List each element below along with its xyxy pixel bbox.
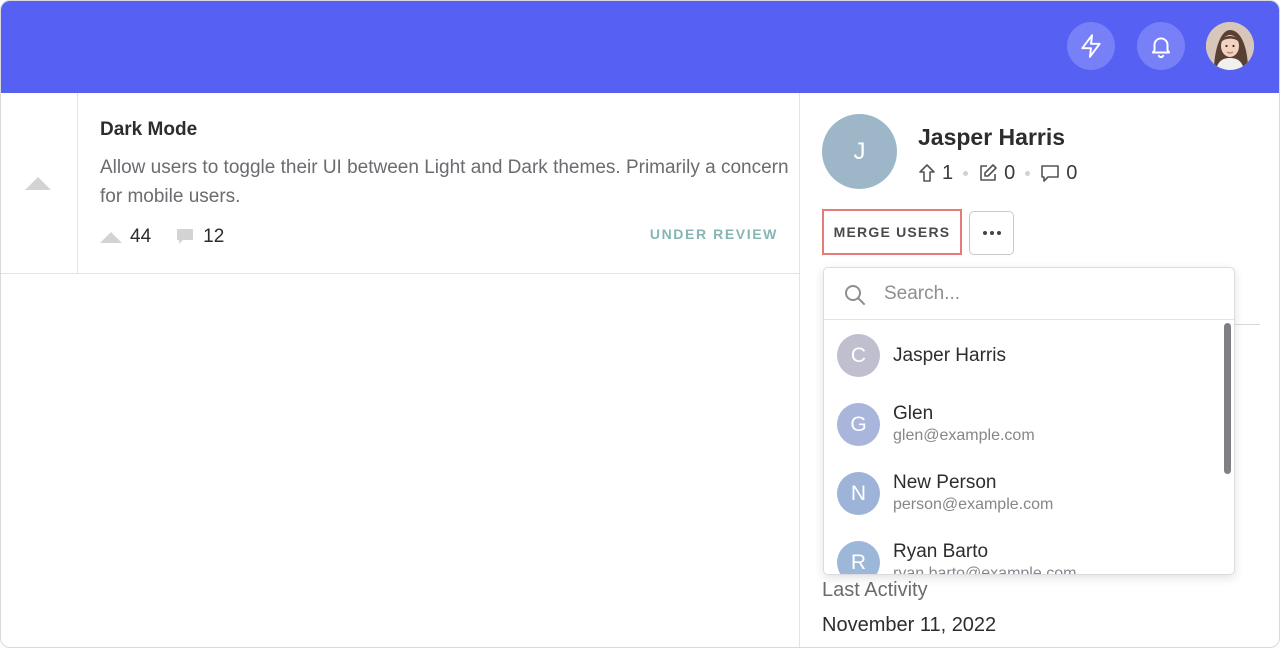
dropdown-scrollbar[interactable] xyxy=(1224,323,1231,474)
profile-avatar[interactable] xyxy=(1206,22,1254,70)
post-row[interactable]: Dark Mode Allow users to toggle their UI… xyxy=(1,93,800,274)
user-result-item[interactable]: R Ryan Barto ryan.barto@example.com xyxy=(824,528,1220,575)
more-options-button[interactable] xyxy=(969,211,1014,255)
result-email: person@example.com xyxy=(893,496,1054,513)
top-bar xyxy=(1,1,1279,93)
upvotes-stat: 1 xyxy=(918,162,953,185)
vote-count: 44 xyxy=(130,226,152,247)
merge-users-button[interactable]: MERGE USERS xyxy=(822,209,962,255)
profile-photo-icon xyxy=(1206,22,1254,70)
comments-stat: 0 xyxy=(1040,162,1077,185)
post-meta: 44 12 xyxy=(100,225,224,249)
user-result-item[interactable]: C Jasper Harris xyxy=(824,321,1220,390)
user-stats: 1 0 0 xyxy=(918,160,1077,186)
result-name: Jasper Harris xyxy=(893,345,1006,366)
result-email: ryan.barto@example.com xyxy=(893,565,1077,575)
result-avatar: N xyxy=(837,472,880,515)
section-divider xyxy=(1234,324,1260,325)
user-result-item[interactable]: G Glen glen@example.com xyxy=(824,390,1220,459)
post-list: Dark Mode Allow users to toggle their UI… xyxy=(1,93,800,647)
result-name: Glen xyxy=(893,403,934,424)
user-avatar: J xyxy=(822,114,897,189)
upvote-icon xyxy=(919,164,935,182)
stat-separator xyxy=(963,170,969,176)
bolt-icon xyxy=(1081,34,1101,58)
result-avatar: R xyxy=(837,541,880,574)
comment-outline-icon xyxy=(1041,165,1060,182)
merge-users-dropdown: C Jasper Harris G Glen glen@example.com … xyxy=(823,267,1235,575)
last-activity-value: November 11, 2022 xyxy=(822,614,997,636)
edit-icon xyxy=(980,164,997,181)
upvotes-count: 1 xyxy=(942,161,954,184)
posts-stat: 0 xyxy=(978,162,1015,185)
user-result-item[interactable]: N New Person person@example.com xyxy=(824,459,1220,528)
result-avatar: G xyxy=(837,403,880,446)
comment-icon xyxy=(175,228,195,246)
result-avatar: C xyxy=(837,334,880,377)
more-dot xyxy=(982,231,987,235)
post-title[interactable]: Dark Mode xyxy=(100,119,197,141)
dropdown-search xyxy=(824,268,1234,320)
upvote-arrow-icon[interactable] xyxy=(25,177,51,190)
notifications-button[interactable] xyxy=(1137,22,1185,70)
app-window: Dark Mode Allow users to toggle their UI… xyxy=(0,0,1280,648)
posts-count: 0 xyxy=(1004,161,1016,184)
post-description: Allow users to toggle their UI between L… xyxy=(100,157,789,207)
last-activity-label: Last Activity xyxy=(822,579,928,601)
user-results-list: C Jasper Harris G Glen glen@example.com … xyxy=(824,321,1234,575)
stat-separator xyxy=(1025,170,1031,176)
more-dot xyxy=(989,231,994,235)
vote-column xyxy=(1,93,78,274)
result-name: New Person xyxy=(893,472,997,493)
comment-count: 12 xyxy=(203,226,225,247)
bell-icon xyxy=(1151,37,1171,59)
status-badge: UNDER REVIEW xyxy=(649,226,778,242)
bolt-button[interactable] xyxy=(1067,22,1115,70)
vote-count-icon xyxy=(100,231,122,243)
result-name: Ryan Barto xyxy=(893,541,989,562)
search-icon xyxy=(845,285,865,305)
result-email: glen@example.com xyxy=(893,427,1035,444)
user-name: Jasper Harris xyxy=(918,124,1066,150)
search-input[interactable] xyxy=(884,280,1214,308)
comments-count: 0 xyxy=(1066,161,1078,184)
more-dot xyxy=(996,231,1001,235)
